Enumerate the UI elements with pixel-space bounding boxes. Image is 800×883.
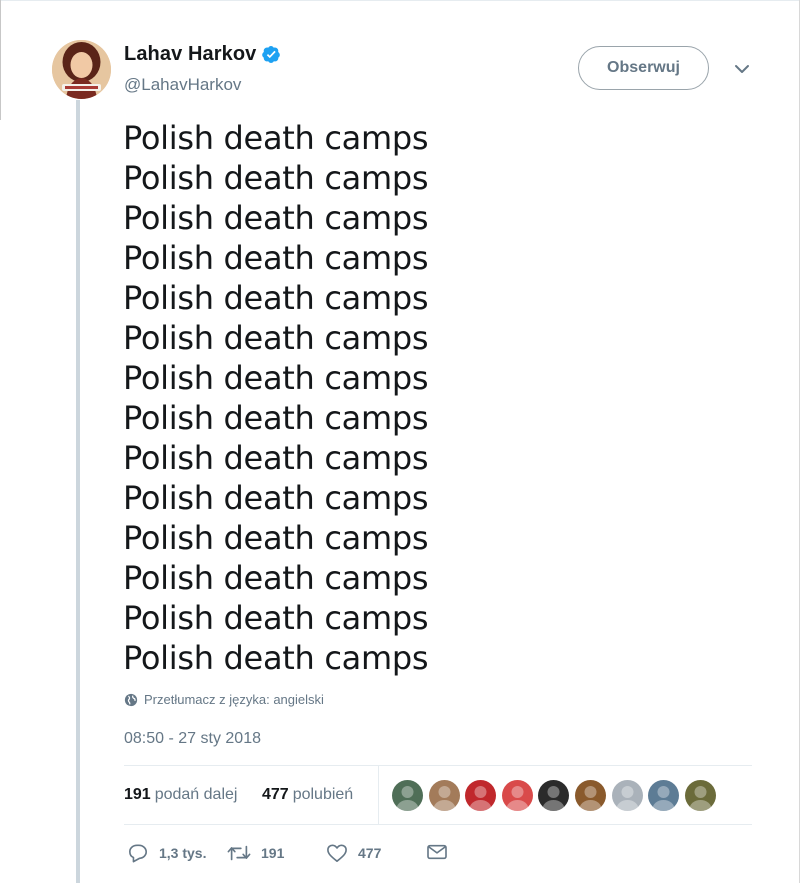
tweet-text-line: Polish death camps [123, 439, 429, 477]
liker-avatar-image [689, 786, 712, 811]
tweet-text: Polish death camps Polish death camps Po… [123, 118, 429, 678]
card-left-border [0, 0, 1, 120]
author-username[interactable]: @LahavHarkov [124, 75, 241, 95]
tweet-text-line: Polish death camps [123, 479, 429, 517]
liker-avatar-image [396, 786, 419, 811]
thread-line [76, 100, 80, 883]
tweet-text-line: Polish death camps [123, 519, 429, 557]
reply-count: 1,3 tys. [159, 845, 207, 861]
like-count-stat[interactable]: 477 polubień [262, 786, 353, 804]
heart-icon [327, 844, 347, 862]
liker-avatar-image [469, 786, 492, 811]
author-name-row: Lahav Harkov [124, 43, 281, 66]
like-count: 477 [262, 786, 289, 803]
liker-avatar-image [616, 786, 639, 811]
tweet-text-line: Polish death camps [123, 279, 429, 317]
translate-link[interactable]: Przetłumacz z języka: angielski [124, 692, 324, 707]
retweet-count: 191 [124, 786, 151, 803]
liker-avatar-image [506, 786, 529, 811]
tweet-timestamp[interactable]: 08:50 - 27 sty 2018 [124, 730, 261, 748]
author-avatar[interactable] [52, 40, 111, 99]
tweet-text-line: Polish death camps [123, 239, 429, 277]
liker-avatar[interactable] [501, 780, 533, 811]
author-display-name[interactable]: Lahav Harkov [124, 43, 256, 66]
tweet-text-line: Polish death camps [123, 559, 429, 597]
liker-avatar-image [542, 786, 565, 811]
liker-avatar[interactable] [538, 780, 570, 811]
reply-icon [129, 844, 147, 863]
liker-avatar[interactable] [392, 780, 423, 811]
retweet-count-label: podań dalej [154, 786, 238, 803]
direct-message-button[interactable] [426, 843, 458, 861]
liker-avatar[interactable] [428, 780, 460, 811]
liker-avatar-image [579, 786, 602, 811]
tweet-text-line: Polish death camps [123, 359, 429, 397]
liker-avatar[interactable] [465, 780, 497, 811]
tweet-text-line: Polish death camps [123, 119, 429, 157]
tweet-card: Lahav Harkov @LahavHarkov Obserwuj Polis… [0, 0, 800, 883]
follow-button[interactable]: Obserwuj [578, 46, 709, 90]
retweet-count-stat[interactable]: 191 podań dalej [124, 786, 237, 804]
tweet-text-line: Polish death camps [123, 399, 429, 437]
chevron-down-icon[interactable] [733, 60, 751, 78]
liker-avatar[interactable] [684, 780, 716, 811]
author-avatar-image [52, 40, 111, 99]
globe-icon [124, 693, 138, 706]
like-action-count: 477 [358, 845, 382, 861]
tweet-actions: 1,3 tys. 191 477 [124, 843, 524, 867]
liker-avatar-image [652, 786, 675, 811]
liker-avatar[interactable] [611, 780, 643, 811]
card-top-border [0, 0, 800, 1]
like-count-label: polubień [292, 786, 354, 803]
like-button[interactable]: 477 [326, 843, 381, 863]
liker-avatar-image [433, 786, 456, 811]
reply-button[interactable]: 1,3 tys. [127, 843, 206, 863]
envelope-icon [427, 844, 447, 860]
verified-badge-icon [262, 45, 281, 63]
retweet-icon [227, 845, 251, 861]
retweet-button[interactable]: 191 [227, 843, 284, 863]
liker-avatar[interactable] [648, 780, 680, 811]
tweet-text-line: Polish death camps [123, 159, 429, 197]
tweet-text-line: Polish death camps [123, 199, 429, 237]
tweet-text-line: Polish death camps [123, 319, 429, 357]
tweet-stats: 191 podań dalej 477 polubień [124, 765, 752, 825]
tweet-text-line: Polish death camps [123, 599, 429, 637]
translate-label: Przetłumacz z języka: angielski [144, 692, 324, 707]
tweet-text-line: Polish death camps [123, 639, 429, 677]
retweet-action-count: 191 [261, 845, 285, 861]
stats-divider [378, 766, 379, 824]
liker-avatars [392, 780, 721, 811]
liker-avatar[interactable] [574, 780, 606, 811]
